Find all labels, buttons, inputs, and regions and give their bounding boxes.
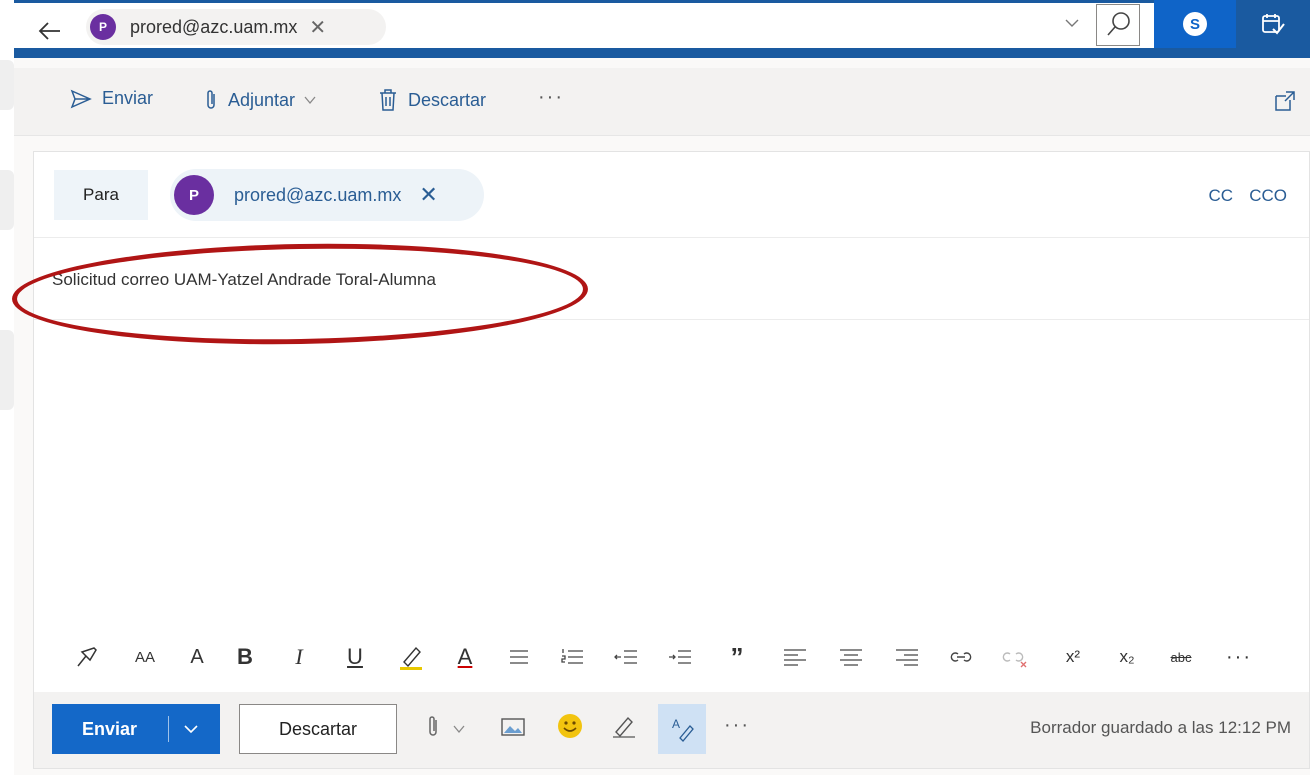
skype-icon: S — [1183, 12, 1207, 36]
to-row: Para P prored@azc.uam.mx ✕ CC CCO — [34, 152, 1309, 238]
send-command-label: Enviar — [102, 88, 154, 108]
emoji-icon[interactable] — [556, 712, 584, 740]
editor-button-highlight[interactable]: A — [658, 704, 706, 754]
send-icon — [70, 89, 92, 108]
search-button[interactable] — [1096, 4, 1140, 46]
attach-command-button[interactable]: Adjuntar — [204, 88, 317, 112]
remove-recipient-icon[interactable]: ✕ — [419, 182, 437, 208]
font-size-icon[interactable]: AA — [130, 642, 160, 672]
skype-button[interactable]: S — [1154, 0, 1236, 48]
attach-command-label: Adjuntar — [228, 89, 296, 110]
italic-icon[interactable]: I — [284, 642, 314, 672]
bcc-link[interactable]: CCO — [1249, 186, 1287, 206]
align-left-icon[interactable] — [780, 642, 810, 672]
compose-card: Para P prored@azc.uam.mx ✕ CC CCO Solici… — [11, 151, 1310, 769]
image-icon[interactable] — [500, 716, 526, 738]
increase-indent-icon[interactable] — [666, 642, 696, 672]
svg-text:A: A — [672, 717, 680, 731]
recipient-tab-email: prored@azc.uam.mx — [130, 16, 298, 37]
align-right-icon[interactable] — [892, 642, 922, 672]
chevron-down-icon[interactable] — [452, 722, 466, 736]
outlook-compose-window: P prored@azc.uam.mx ✕ S Enviar Adjuntar … — [0, 0, 1310, 775]
superscript-icon[interactable]: x² — [1058, 642, 1088, 672]
format-painter-icon[interactable] — [72, 642, 102, 672]
recipient-email: prored@azc.uam.mx — [234, 184, 402, 205]
highlight-icon[interactable] — [396, 642, 426, 672]
font-color-icon[interactable]: A — [450, 642, 480, 672]
format-toolbar: AA A B I U A ” x² x₂ abc ··· — [34, 622, 1309, 692]
more-options-icon[interactable]: ··· — [538, 86, 564, 109]
more-format-icon[interactable]: ··· — [1224, 642, 1254, 672]
grow-font-icon[interactable]: A — [182, 642, 212, 672]
recipient-chip[interactable]: P prored@azc.uam.mx ✕ — [170, 169, 484, 221]
bottom-bar: Enviar Descartar A ··· Borrador guardado… — [34, 692, 1309, 768]
popout-icon[interactable] — [1274, 90, 1296, 112]
draft-saved-status: Borrador guardado a las 12:12 PM — [1030, 718, 1291, 737]
discard-command-label: Descartar — [408, 89, 487, 110]
avatar: P — [174, 175, 214, 215]
calendar-check-icon — [1262, 14, 1285, 35]
bold-icon[interactable]: B — [230, 642, 260, 672]
send-button-label: Enviar — [82, 718, 138, 739]
quote-icon[interactable]: ” — [722, 642, 752, 672]
left-background-strip — [0, 0, 14, 775]
back-arrow-icon[interactable] — [36, 17, 64, 45]
send-command-button[interactable]: Enviar — [70, 88, 153, 109]
subject-field[interactable]: Solicitud correo UAM-Yatzel Andrade Tora… — [52, 270, 436, 290]
top-bar: P prored@azc.uam.mx ✕ S — [14, 0, 1310, 58]
subject-row[interactable]: Solicitud correo UAM-Yatzel Andrade Tora… — [11, 238, 1309, 350]
search-icon — [1107, 12, 1130, 36]
strikethrough-icon[interactable]: abc — [1166, 642, 1196, 672]
to-button[interactable]: Para — [54, 170, 148, 220]
close-icon[interactable]: ✕ — [309, 15, 326, 40]
numbered-list-icon[interactable] — [558, 642, 588, 672]
send-button[interactable]: Enviar — [52, 704, 220, 754]
trash-icon — [380, 89, 396, 111]
discard-button[interactable]: Descartar — [239, 704, 397, 754]
decrease-indent-icon[interactable] — [612, 642, 642, 672]
chevron-down-icon[interactable] — [182, 720, 200, 738]
avatar: P — [90, 14, 116, 40]
cc-link[interactable]: CC — [1208, 186, 1233, 206]
chevron-down-icon[interactable] — [1064, 15, 1080, 31]
insert-link-icon[interactable] — [946, 642, 976, 672]
message-body[interactable] — [34, 320, 1309, 620]
align-center-icon[interactable] — [836, 642, 866, 672]
command-bar: Enviar Adjuntar Descartar ··· — [14, 68, 1310, 136]
remove-link-icon — [1002, 652, 1027, 668]
send-divider — [168, 716, 169, 742]
calendar-button[interactable] — [1236, 0, 1310, 48]
underline-icon[interactable]: U — [340, 642, 370, 672]
signature-icon[interactable] — [610, 712, 638, 740]
paperclip-icon — [207, 90, 215, 109]
editor-icon: A — [672, 717, 694, 742]
chevron-down-icon — [304, 96, 316, 105]
bullet-list-icon[interactable] — [504, 642, 534, 672]
subscript-icon[interactable]: x₂ — [1112, 642, 1142, 672]
discard-command-button[interactable]: Descartar — [378, 88, 486, 112]
more-options-icon[interactable]: ··· — [724, 714, 750, 737]
paperclip-icon[interactable] — [426, 714, 440, 740]
recipient-tab-chip[interactable]: P prored@azc.uam.mx ✕ — [86, 9, 386, 45]
